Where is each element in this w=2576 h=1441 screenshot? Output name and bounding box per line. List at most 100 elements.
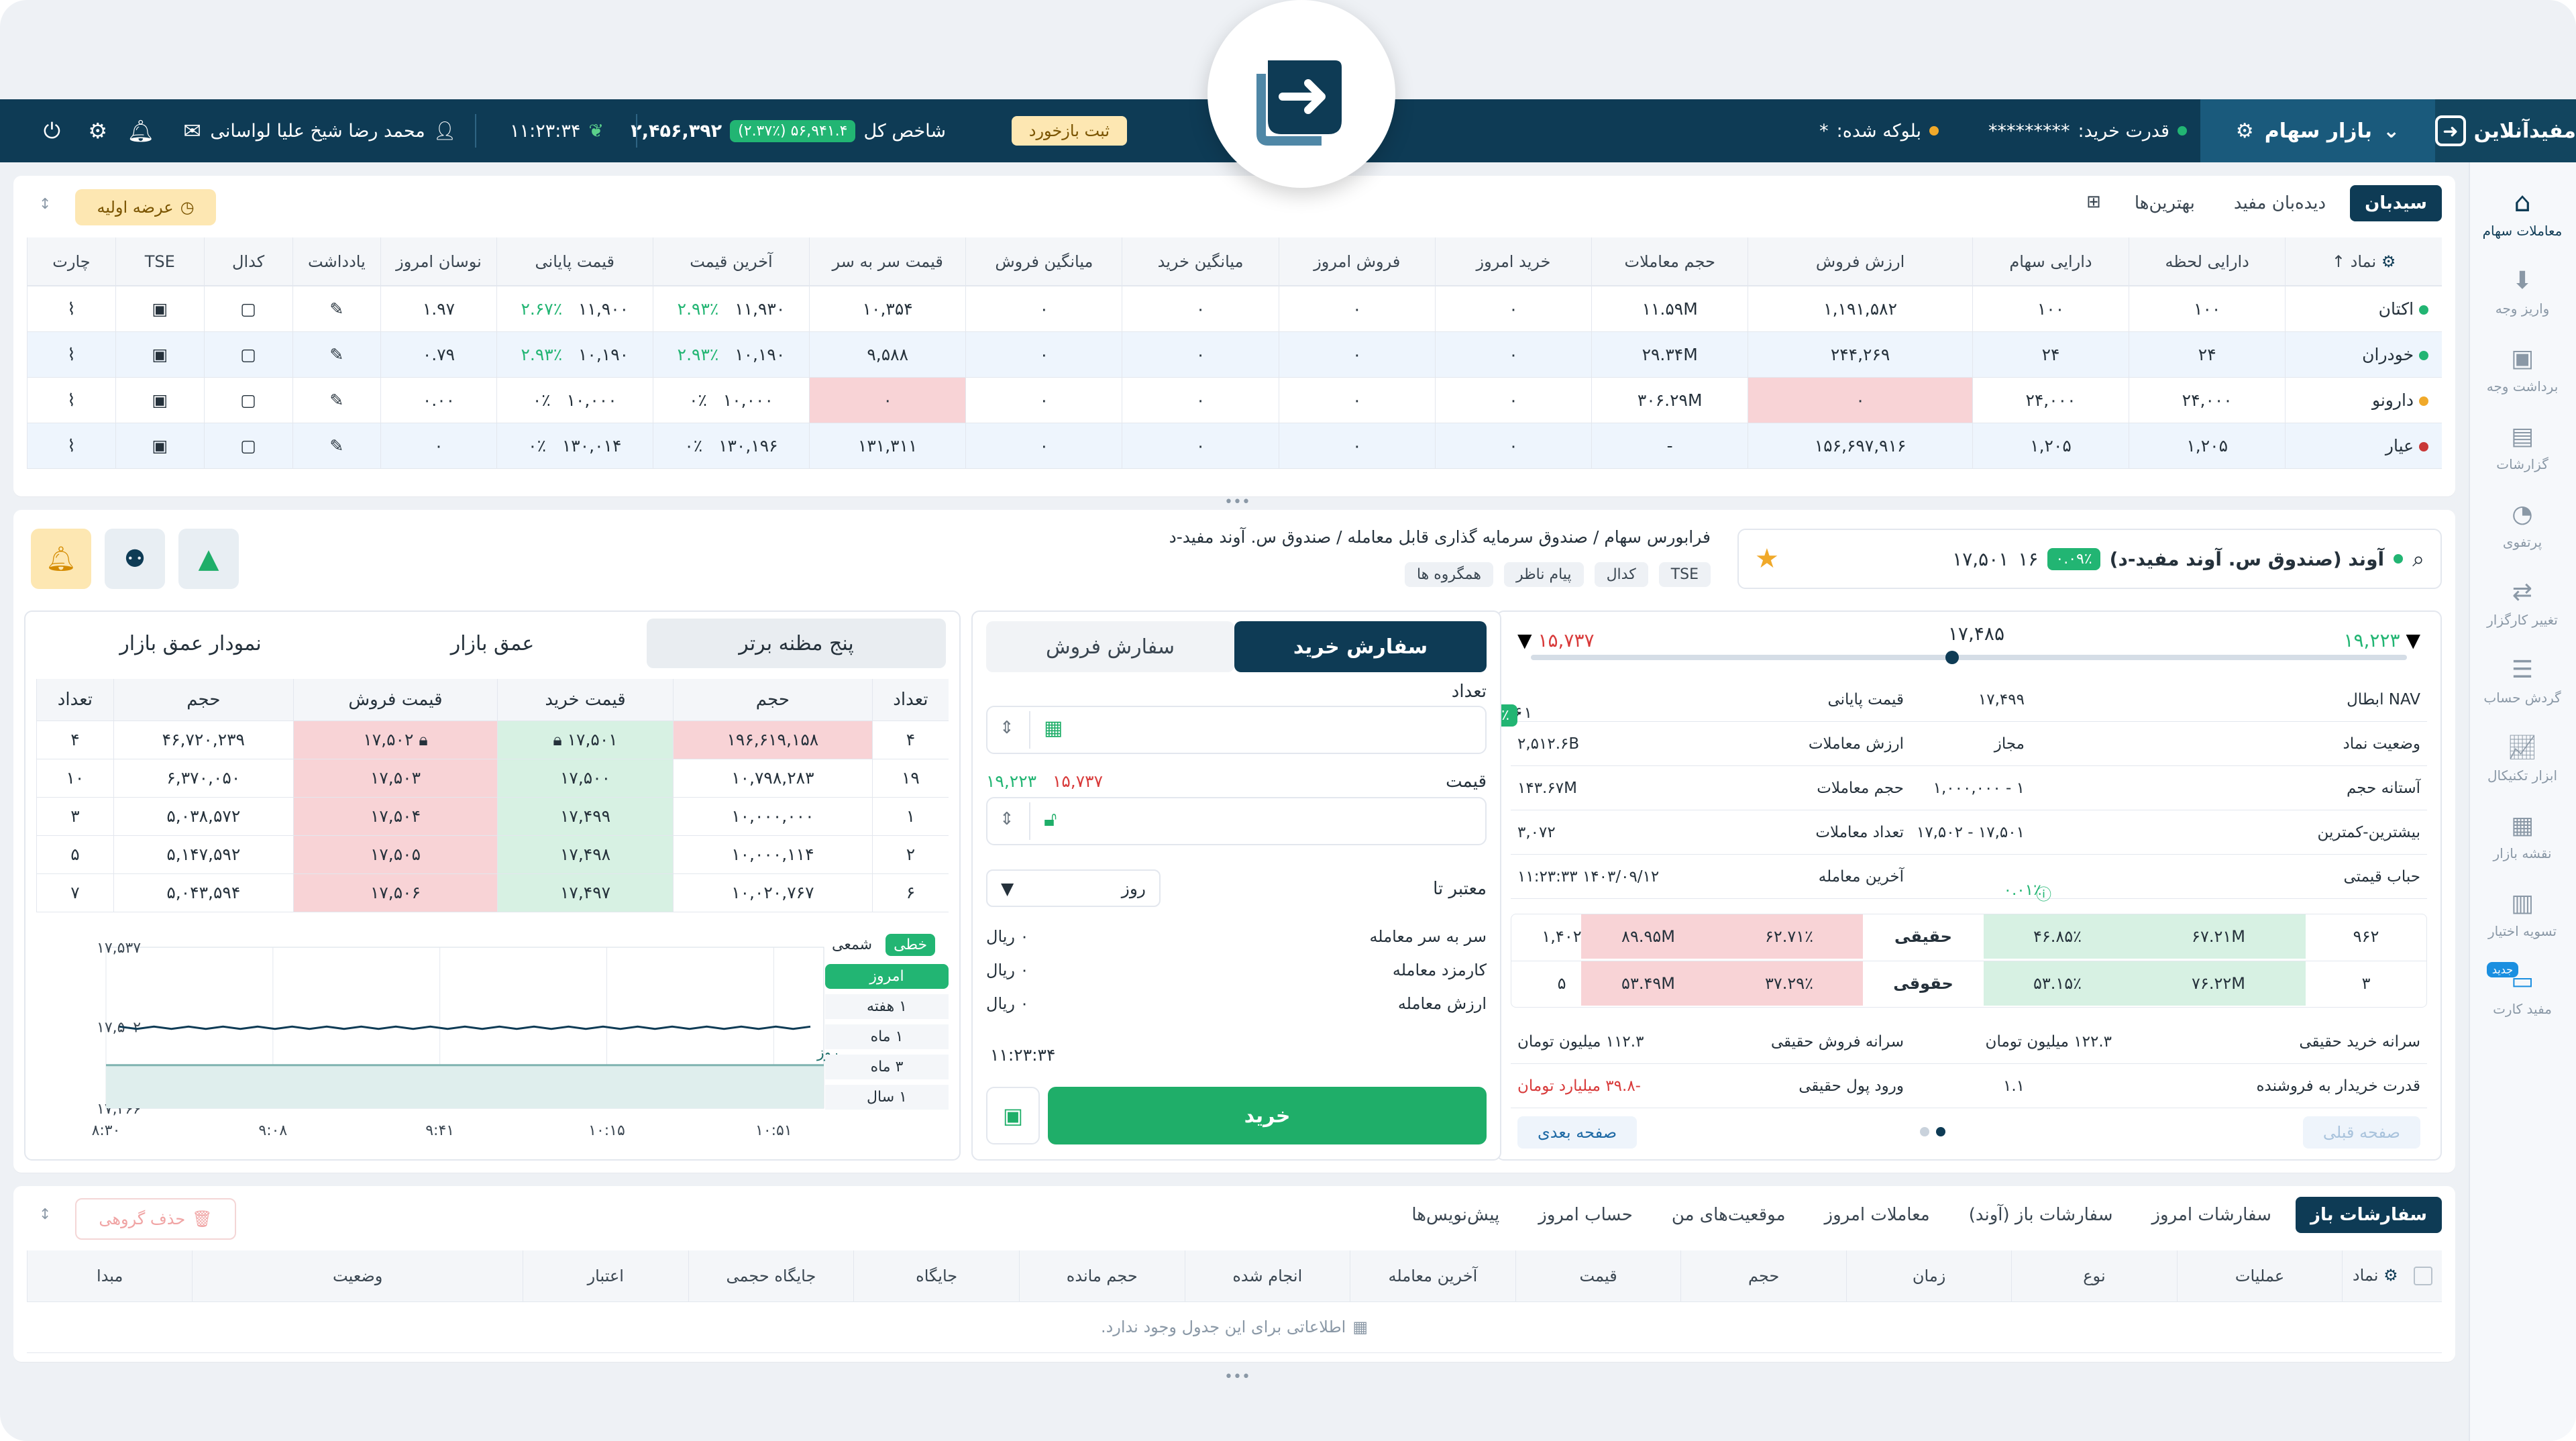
tab-drafts[interactable]: پیش‌نویس‌ها — [1397, 1197, 1515, 1233]
price-input[interactable]: ⇕ 🔓︎ — [986, 797, 1487, 845]
qty-input[interactable]: ⇕ ▦ — [986, 706, 1487, 754]
tse-icon[interactable]: ▣ — [115, 331, 205, 378]
add-watchlist-icon[interactable]: ⊞ — [2077, 185, 2110, 221]
checkbox[interactable] — [2413, 1267, 2432, 1286]
user-profile[interactable]: 👤︎ محمد رضا شیخ علیا لواسانی — [210, 99, 456, 162]
note-icon[interactable]: ✎ — [292, 286, 381, 332]
table-row[interactable]: عیار ۱,۲۰۵ ۱,۲۰۵ ۱۵۶,۶۹۷,۹۱۶ - ۰ ۰ ۰ ۰ ۱… — [27, 423, 2442, 469]
stepper-icon[interactable]: ⇕ — [1000, 809, 1014, 829]
alert-bell-icon[interactable]: 🔔︎ — [31, 529, 91, 589]
search-icon[interactable]: ⌕ — [2412, 546, 2424, 572]
calculator-icon[interactable]: ▦ — [1044, 716, 1063, 740]
tab-depth-chart[interactable]: نمودار عمق بازار — [43, 619, 338, 668]
unlock-icon[interactable]: 🔓︎ — [1044, 808, 1057, 831]
chip-peer-group[interactable]: همگروه ها — [1404, 562, 1493, 587]
sidebar-item-withdraw[interactable]: ▣ برداشت وجه — [2469, 330, 2576, 408]
tab-market-depth[interactable]: عمق بازار — [345, 619, 640, 668]
sidebar-item-change-broker[interactable]: ⇄ تغییر کارگزار — [2469, 564, 2576, 641]
price-range-slider[interactable] — [1531, 651, 2407, 664]
prev-page-button[interactable]: صفحه قبلی — [2302, 1116, 2420, 1149]
sidebar-item-market-map[interactable]: ▦ نقشه بازار — [2469, 797, 2576, 875]
order-book-row[interactable]: ۶ ۱۰,۰۲۰,۷۶۷ ۱۷,۴۹۷ ۱۷,۵۰۶ ۵,۰۴۳,۵۹۴ ۷ — [36, 873, 949, 912]
tse-icon[interactable]: ▣ — [115, 377, 205, 423]
range-year[interactable]: ۱ سال — [825, 1085, 949, 1110]
stepper-icon[interactable]: ⇕ — [1000, 718, 1014, 738]
sidebar-item-account-flow[interactable]: ☰ گردش حساب — [2469, 641, 2576, 719]
table-row[interactable]: اکتان ۱۰۰ ۱۰۰ ۱,۱۹۱,۵۸۲ ۱۱.۵۹M ۰ ۰ ۰ ۰ ۱… — [27, 286, 2442, 332]
row-symbol[interactable]: عیار — [2385, 436, 2414, 456]
tab-mofid-watch[interactable]: دیده‌بان مفید — [2218, 185, 2341, 221]
line-style-button[interactable]: خطی — [885, 934, 936, 956]
order-book-row[interactable]: ۱۹ ۱۰,۷۹۸,۲۸۳ ۱۷,۵۰۰ ۱۷,۵۰۳ ۶,۳۷۰,۰۵۰ ۱۰ — [36, 759, 949, 798]
chart-icon[interactable]: ⌇ — [27, 286, 116, 332]
order-book-row[interactable]: ۴ ۱۹۶,۶۱۹,۱۵۸ ۱۷,۵۰۱ 🔒︎ 🔒︎ ۱۷,۵۰۲ ۴۶,۷۲۰… — [36, 720, 949, 759]
chart-icon[interactable]: ⌇ — [27, 377, 116, 423]
codal-icon[interactable]: ▢ — [203, 423, 292, 469]
row-symbol[interactable]: دارونو — [2372, 390, 2414, 410]
chip-tse[interactable]: TSE — [1658, 562, 1711, 587]
candle-style-button[interactable]: شمعی — [825, 934, 879, 956]
ipo-button[interactable]: ◷ عرضه اولیه — [75, 189, 216, 225]
tab-my-positions[interactable]: موقعیت‌های من — [1656, 1197, 1801, 1233]
chip-supervisor-message[interactable]: پیام ناظر — [1504, 562, 1584, 587]
mail-icon[interactable]: ✉ — [183, 99, 201, 162]
col-symbol[interactable]: ⚙ نماد ↑ — [2285, 237, 2442, 286]
gear-icon[interactable]: ⚙ — [88, 99, 107, 162]
market-selector[interactable]: ⌄ بازار سهام ⚙ — [2200, 99, 2435, 162]
tab-buy-order[interactable]: سفارش خرید — [1234, 621, 1487, 672]
gear-icon[interactable]: ⚙ — [2381, 252, 2396, 271]
order-book-row[interactable]: ۱ ۱۰,۰۰۰,۰۰۰ ۱۷,۴۹۹ ۱۷,۵۰۴ ۵,۰۳۸,۵۷۲ ۳ — [36, 797, 949, 836]
sidebar-item-deposit[interactable]: ⬇ واریز وجه — [2469, 252, 2576, 330]
group-delete-button[interactable]: 🗑︎ حذف گروهی — [75, 1198, 236, 1240]
resize-handle[interactable]: ••• — [1224, 1369, 1250, 1385]
chart-icon[interactable]: ⌇ — [27, 331, 116, 378]
note-icon[interactable]: ✎ — [292, 331, 381, 378]
codal-icon[interactable]: ▢ — [203, 331, 292, 378]
tab-best[interactable]: بهترین‌ها — [2119, 185, 2210, 221]
tab-today-account[interactable]: حساب امروز — [1523, 1197, 1648, 1233]
brand-logo[interactable]: مفیدآنلاین ➜ — [2435, 99, 2576, 162]
gear-icon[interactable]: ⚙ — [2383, 1266, 2398, 1285]
tse-icon[interactable]: ▣ — [115, 423, 205, 469]
symbol-search-box[interactable]: ⌕ آوند (صندوق س. آوند مفید-د) ۰.۰۹٪ ۱۶ ۱… — [1737, 529, 2442, 589]
sidebar-item-mofid-card[interactable]: جدید ▭ مفید کارت — [2469, 953, 2576, 1030]
tab-open-orders-avand[interactable]: سفارشات باز (آوند) — [1953, 1197, 2128, 1233]
range-marker[interactable] — [1945, 651, 1959, 664]
range-today[interactable]: امروز — [825, 964, 949, 989]
chip-codal[interactable]: کدال — [1594, 562, 1648, 587]
sidebar-item-stock-trading[interactable]: ⌂ معاملات سهام — [2469, 174, 2576, 252]
best-bid-cell[interactable]: ۱۷,۵۰۱ 🔒︎ — [497, 720, 674, 759]
sidebar-item-option-settlement[interactable]: ▥ تسویه اختیار — [2469, 875, 2576, 953]
codal-icon[interactable]: ▢ — [203, 377, 292, 423]
intraday-price-chart[interactable]: ۸:۳۰ ۹:۰۸ ۹:۴۱ ۱۰:۱۵ ۱۰:۵۱۱۷,۵۳۷۱۷,۵۰۲۱۷,۴۶۶… — [32, 934, 837, 1149]
sort-toggle-icon[interactable]: ↕ — [39, 1206, 51, 1223]
note-icon[interactable]: ✎ — [292, 423, 381, 469]
row-symbol[interactable]: اکتان — [2379, 299, 2414, 319]
power-icon[interactable]: ⏻ — [44, 99, 60, 162]
tab-sidban[interactable]: سیدبان — [2350, 185, 2442, 221]
sort-toggle-icon[interactable]: ↕ — [39, 196, 51, 213]
chart-icon[interactable]: ⌇ — [27, 423, 116, 469]
people-icon[interactable]: ⚉ — [105, 529, 165, 589]
range-week[interactable]: ۱ هفته — [825, 994, 949, 1019]
bell-icon[interactable]: 🔔︎ — [127, 99, 154, 162]
table-row[interactable]: دارونو ۲۴,۰۰۰ ۲۴,۰۰۰ ۰ ۳۰۶.۲۹M ۰ ۰ ۰ ۰ ۰… — [27, 377, 2442, 423]
price-high-limit[interactable]: ۱۹,۲۲۳ — [986, 771, 1036, 791]
price-low-limit[interactable]: ۱۵,۷۳۷ — [1053, 771, 1103, 791]
table-row[interactable]: خودران ۲۴ ۲۴ ۲۴۴,۲۶۹ ۲۹.۳۴M ۰ ۰ ۰ ۰ ۹,۵۸… — [27, 331, 2442, 378]
tse-icon[interactable]: ▣ — [115, 286, 205, 332]
row-symbol[interactable]: خودران — [2362, 345, 2414, 364]
codal-icon[interactable]: ▢ — [203, 286, 292, 332]
best-ask-cell[interactable]: 🔒︎ ۱۷,۵۰۲ — [292, 720, 498, 759]
tab-top-five[interactable]: پنج مظنه برتر — [647, 619, 946, 668]
save-draft-icon[interactable]: ▣ — [986, 1087, 1040, 1144]
order-book-row[interactable]: ۲ ۱۰,۰۰۰,۱۱۴ ۱۷,۴۹۸ ۱۷,۵۰۵ ۵,۱۴۷,۵۹۲ ۵ — [36, 835, 949, 874]
validity-select[interactable]: روز ▼ — [986, 869, 1161, 907]
note-icon[interactable]: ✎ — [292, 377, 381, 423]
col-symbol[interactable]: ⚙ نماد — [2342, 1250, 2442, 1302]
sidebar-item-reports[interactable]: ▤ گزارشات — [2469, 408, 2576, 486]
tab-open-orders[interactable]: سفارشات باز — [2295, 1197, 2442, 1233]
tab-sell-order[interactable]: سفارش فروش — [986, 621, 1234, 672]
range-month[interactable]: ۱ ماه — [825, 1024, 949, 1049]
range-three-months[interactable]: ۳ ماه — [825, 1055, 949, 1079]
